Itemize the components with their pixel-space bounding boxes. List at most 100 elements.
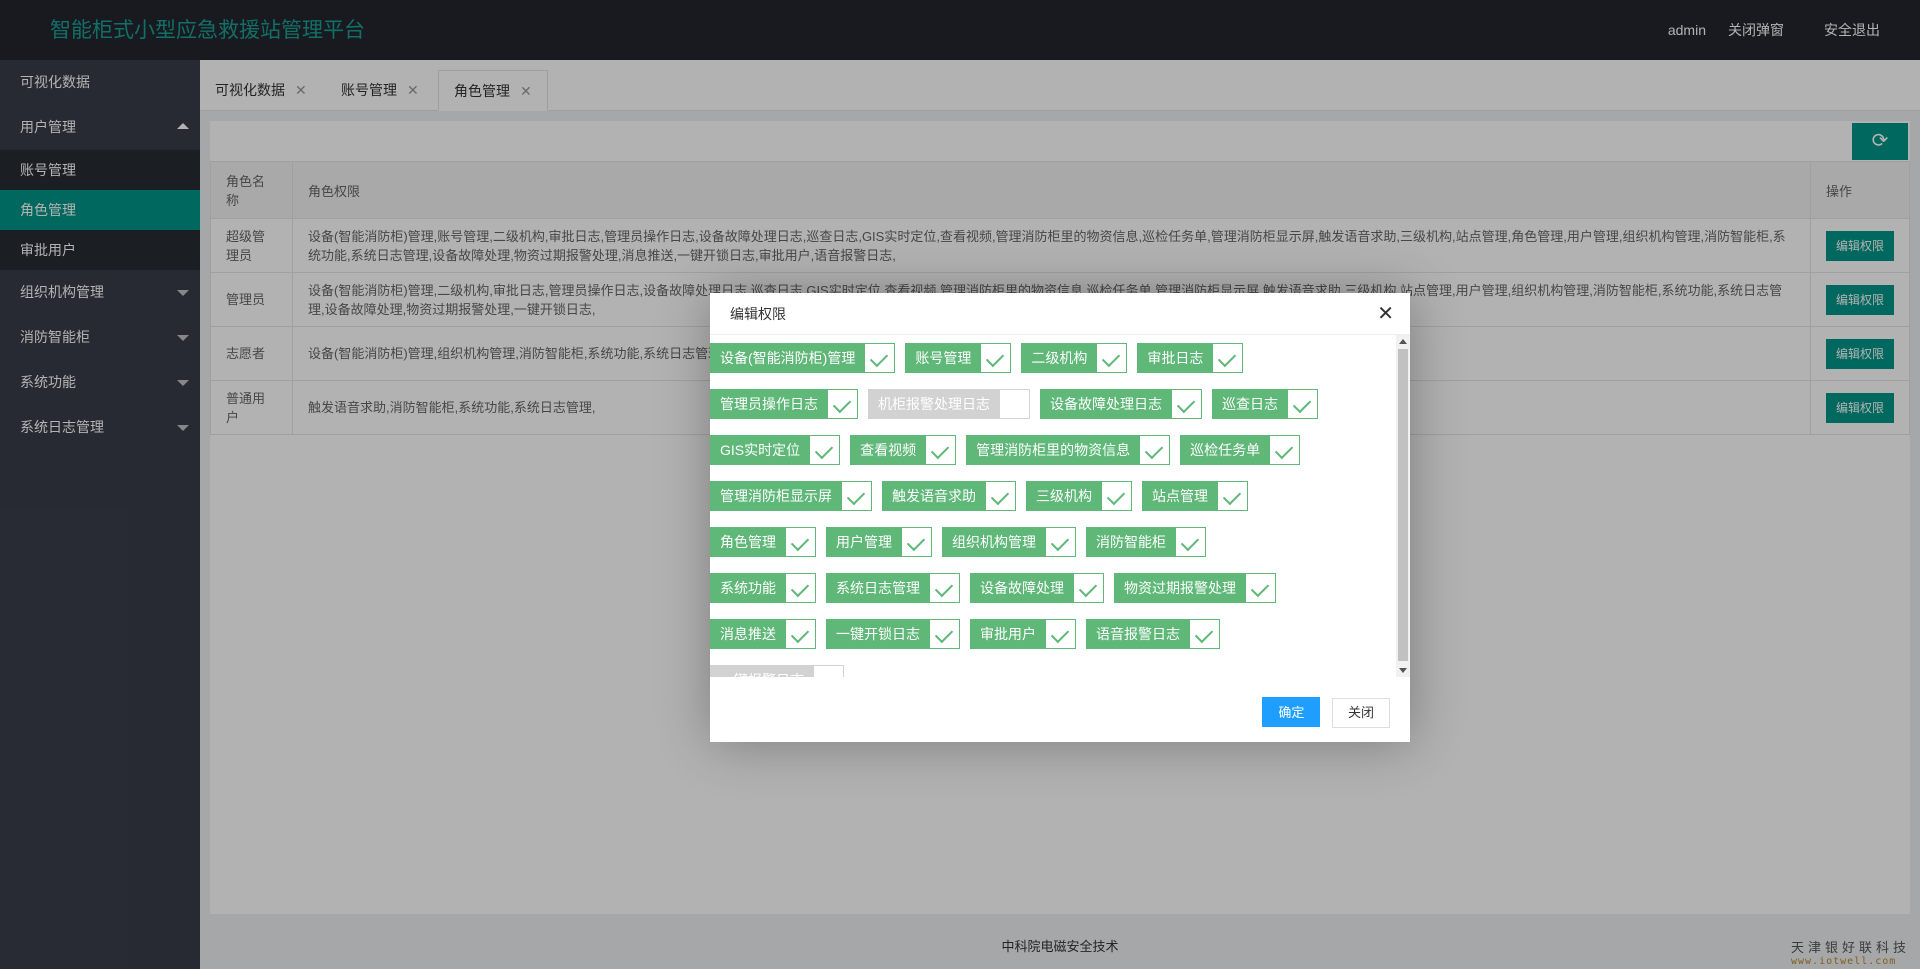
permission-checkbox[interactable]: 消防智能柜 — [1086, 527, 1206, 557]
permission-label: 语音报警日志 — [1086, 619, 1190, 649]
check-icon — [865, 343, 896, 373]
check-icon — [1097, 343, 1128, 373]
dialog-title-text: 编辑权限 — [730, 306, 786, 322]
permission-label: 巡检任务单 — [1180, 435, 1271, 465]
permission-row: GIS实时定位 查看视频 管理消防柜里的物资信息 巡检任务单 — [710, 427, 1410, 473]
check-icon — [842, 481, 872, 511]
permission-checkbox[interactable]: 组织机构管理 — [942, 527, 1076, 557]
check-icon — [1046, 619, 1076, 649]
permission-label: 账号管理 — [905, 343, 982, 373]
check-icon — [786, 573, 816, 603]
permission-label: 消息推送 — [710, 619, 786, 649]
permission-checkbox[interactable]: 设备故障处理 — [970, 573, 1104, 603]
permission-list: 设备(智能消防柜)管理 账号管理 二级机构 审批日志 管理员操作日志 机柜报警处理日志 设备… — [710, 335, 1410, 677]
permission-checkbox[interactable]: 机柜报警处理日志 — [868, 389, 1030, 419]
permission-checkbox[interactable]: 账号管理 — [905, 343, 1012, 373]
check-icon — [786, 619, 816, 649]
permission-checkbox[interactable]: 审批用户 — [970, 619, 1076, 649]
permission-checkbox[interactable]: 一键报警日志 — [710, 665, 844, 677]
check-icon — [930, 573, 960, 603]
permission-checkbox[interactable]: 站点管理 — [1142, 481, 1248, 511]
dialog-title: 编辑权限 ✕ — [710, 293, 1410, 335]
permission-checkbox[interactable]: 系统功能 — [710, 573, 816, 603]
check-icon — [1176, 527, 1206, 557]
permission-label: 设备故障处理日志 — [1040, 389, 1172, 419]
permission-label: 查看视频 — [850, 435, 927, 465]
permission-checkbox[interactable]: 二级机构 — [1021, 343, 1128, 373]
permission-checkbox[interactable]: 语音报警日志 — [1086, 619, 1220, 649]
close-button[interactable]: 关闭 — [1331, 698, 1390, 728]
check-icon — [1074, 573, 1104, 603]
permission-checkbox[interactable]: 一键开锁日志 — [826, 619, 960, 649]
permission-checkbox[interactable]: 三级机构 — [1026, 481, 1132, 511]
permission-checkbox[interactable]: 触发语音求助 — [882, 481, 1016, 511]
check-icon — [902, 527, 932, 557]
permission-label: 三级机构 — [1026, 481, 1102, 511]
check-icon — [828, 389, 858, 419]
scroll-thumb[interactable] — [1398, 349, 1408, 661]
permission-row: 系统功能 系统日志管理 设备故障处理 物资过期报警处理 — [710, 565, 1410, 611]
permission-checkbox[interactable]: 管理消防柜显示屏 — [710, 481, 872, 511]
permission-checkbox[interactable]: 巡查日志 — [1212, 389, 1318, 419]
permission-checkbox[interactable]: 巡检任务单 — [1180, 435, 1301, 465]
permission-checkbox[interactable]: 用户管理 — [826, 527, 932, 557]
permission-label: 管理消防柜里的物资信息 — [966, 435, 1141, 465]
permission-checkbox[interactable]: 管理员操作日志 — [710, 389, 858, 419]
scroll-down-icon[interactable] — [1399, 668, 1407, 673]
permission-label: 二级机构 — [1021, 343, 1098, 373]
permission-label: 物资过期报警处理 — [1114, 573, 1246, 603]
close-icon[interactable]: ✕ — [1377, 293, 1394, 335]
permission-row: 管理消防柜显示屏 触发语音求助 三级机构 站点管理 — [710, 473, 1410, 519]
permission-label: 设备故障处理 — [970, 573, 1074, 603]
check-icon — [1190, 619, 1220, 649]
check-icon — [986, 481, 1016, 511]
permission-label: 机柜报警处理日志 — [868, 389, 1000, 419]
edit-permission-dialog: 编辑权限 ✕ 设备(智能消防柜)管理 账号管理 二级机构 审批日志管理员操作日志 机柜报… — [710, 293, 1410, 742]
permission-label: 站点管理 — [1142, 481, 1218, 511]
permission-label: 一键开锁日志 — [826, 619, 930, 649]
permission-checkbox[interactable]: 设备故障处理日志 — [1040, 389, 1202, 419]
unchecked-box-icon — [814, 665, 844, 677]
permission-checkbox[interactable]: 消息推送 — [710, 619, 816, 649]
check-icon — [1102, 481, 1132, 511]
permission-row: 设备(智能消防柜)管理 账号管理 二级机构 审批日志 — [710, 335, 1410, 381]
check-icon — [1140, 435, 1171, 465]
scrollbar[interactable] — [1396, 335, 1410, 677]
permission-checkbox[interactable]: 角色管理 — [710, 527, 816, 557]
permission-label: 管理消防柜显示屏 — [710, 481, 842, 511]
permission-label: 触发语音求助 — [882, 481, 986, 511]
check-icon — [1172, 389, 1202, 419]
permission-label: 消防智能柜 — [1086, 527, 1176, 557]
permission-label: 审批日志 — [1137, 343, 1214, 373]
scroll-up-icon[interactable] — [1399, 339, 1407, 344]
permission-label: GIS实时定位 — [710, 435, 811, 465]
permission-label: 角色管理 — [710, 527, 786, 557]
permission-checkbox[interactable]: 查看视频 — [850, 435, 957, 465]
permission-checkbox[interactable]: 管理消防柜里的物资信息 — [966, 435, 1171, 465]
check-icon — [1246, 573, 1276, 603]
permission-grid: 设备(智能消防柜)管理 账号管理 二级机构 审批日志 管理员操作日志 机柜报警处理日志 设备… — [710, 335, 1410, 677]
permission-checkbox[interactable]: 审批日志 — [1137, 343, 1244, 373]
permission-label: 组织机构管理 — [942, 527, 1046, 557]
unchecked-box-icon — [1000, 389, 1030, 419]
permission-checkbox[interactable]: 设备(智能消防柜)管理 — [710, 343, 896, 373]
dialog-footer: 确定 关闭 — [710, 697, 1410, 728]
permission-label: 一键报警日志 — [710, 665, 814, 677]
check-icon — [1213, 343, 1244, 373]
check-icon — [926, 435, 957, 465]
permission-row: 一键报警日志 — [710, 657, 1410, 677]
check-icon — [1218, 481, 1248, 511]
permission-label: 审批用户 — [970, 619, 1046, 649]
permission-row: 消息推送 一键开锁日志 审批用户 语音报警日志 — [710, 611, 1410, 657]
permission-checkbox[interactable]: GIS实时定位 — [710, 435, 841, 465]
permission-label: 管理员操作日志 — [710, 389, 828, 419]
permission-label: 系统日志管理 — [826, 573, 930, 603]
confirm-button[interactable]: 确定 — [1262, 697, 1321, 727]
permission-row: 管理员操作日志 机柜报警处理日志 设备故障处理日志 巡查日志 — [710, 381, 1410, 427]
permission-label: 巡查日志 — [1212, 389, 1288, 419]
permission-checkbox[interactable]: 物资过期报警处理 — [1114, 573, 1276, 603]
permission-checkbox[interactable]: 系统日志管理 — [826, 573, 960, 603]
permission-label: 系统功能 — [710, 573, 786, 603]
check-icon — [810, 435, 841, 465]
permission-row: 角色管理 用户管理 组织机构管理 消防智能柜 — [710, 519, 1410, 565]
